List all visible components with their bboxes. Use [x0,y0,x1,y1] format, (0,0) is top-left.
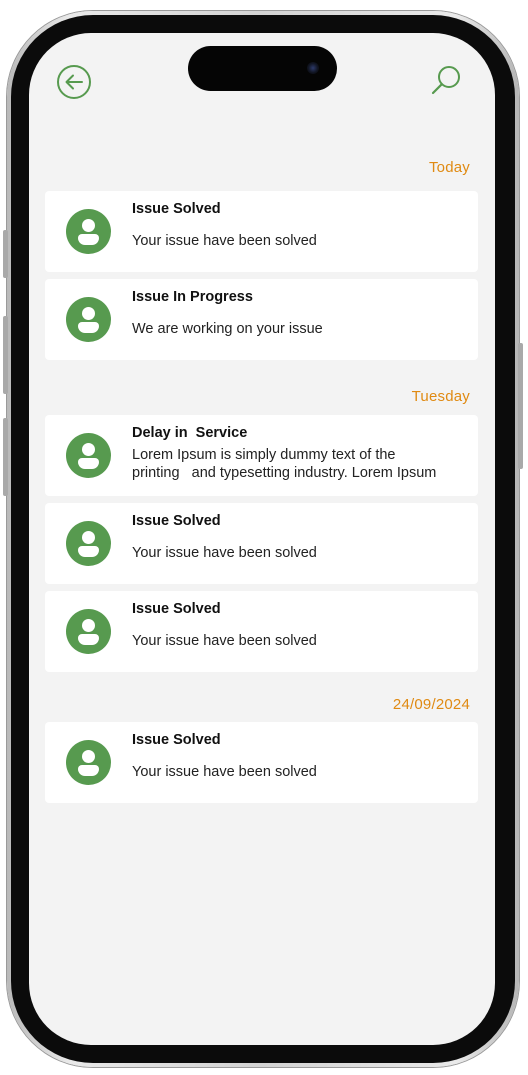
notification-title: Issue Solved [132,732,221,748]
notification-text-line-2: printing and typesetting industry. Lorem… [132,465,437,481]
avatar [66,740,111,785]
notification-title: Issue Solved [132,201,221,217]
user-body-icon [78,322,99,333]
avatar [66,297,111,342]
notification-text: Your issue have been solved [132,764,317,780]
action-button [3,230,8,278]
dynamic-island [188,46,337,91]
notification-text-line-1: Lorem Ipsum is simply dummy text of the [132,447,396,463]
user-body-icon [78,234,99,245]
notification-card[interactable]: Issue Solved Your issue have been solved [45,191,478,272]
notification-text: Lorem Ipsum is simply dummy text of the p… [132,446,436,482]
avatar [66,521,111,566]
notification-title: Issue Solved [132,601,221,617]
notification-text: Your issue have been solved [132,545,317,561]
volume-up-button [3,316,8,394]
user-body-icon [78,634,99,645]
back-arrow-circle-icon [57,65,91,99]
user-head-icon [82,219,95,232]
user-head-icon [82,750,95,763]
section-label-date: 24/09/2024 [392,696,470,713]
notification-card[interactable]: Issue Solved Your issue have been solved [45,722,478,803]
section-label-today: Today [428,159,470,176]
user-body-icon [78,765,99,776]
power-button [518,343,523,469]
avatar [66,209,111,254]
user-head-icon [82,619,95,632]
notification-card[interactable]: Issue In Progress We are working on your… [45,279,478,360]
app-screen: Today Issue Solved Your issue have been … [29,33,495,1045]
notification-card[interactable]: Delay in Service Lorem Ipsum is simply d… [45,415,478,496]
volume-down-button [3,418,8,496]
front-camera [307,62,319,74]
user-body-icon [78,546,99,557]
section-label-tuesday: Tuesday [411,388,470,405]
notification-title: Issue Solved [132,513,221,529]
notification-title: Issue In Progress [132,289,253,305]
search-button[interactable] [429,64,463,98]
search-icon [431,66,460,95]
avatar [66,609,111,654]
notification-title: Delay in Service [132,425,248,441]
user-head-icon [82,443,95,456]
notification-card[interactable]: Issue Solved Your issue have been solved [45,503,478,584]
notification-text: Your issue have been solved [132,233,317,249]
user-head-icon [82,307,95,320]
user-body-icon [78,458,99,469]
back-button[interactable] [56,64,92,100]
avatar [66,433,111,478]
notification-text: Your issue have been solved [132,633,317,649]
notification-card[interactable]: Issue Solved Your issue have been solved [45,591,478,672]
notification-text: We are working on your issue [132,321,323,337]
user-head-icon [82,531,95,544]
